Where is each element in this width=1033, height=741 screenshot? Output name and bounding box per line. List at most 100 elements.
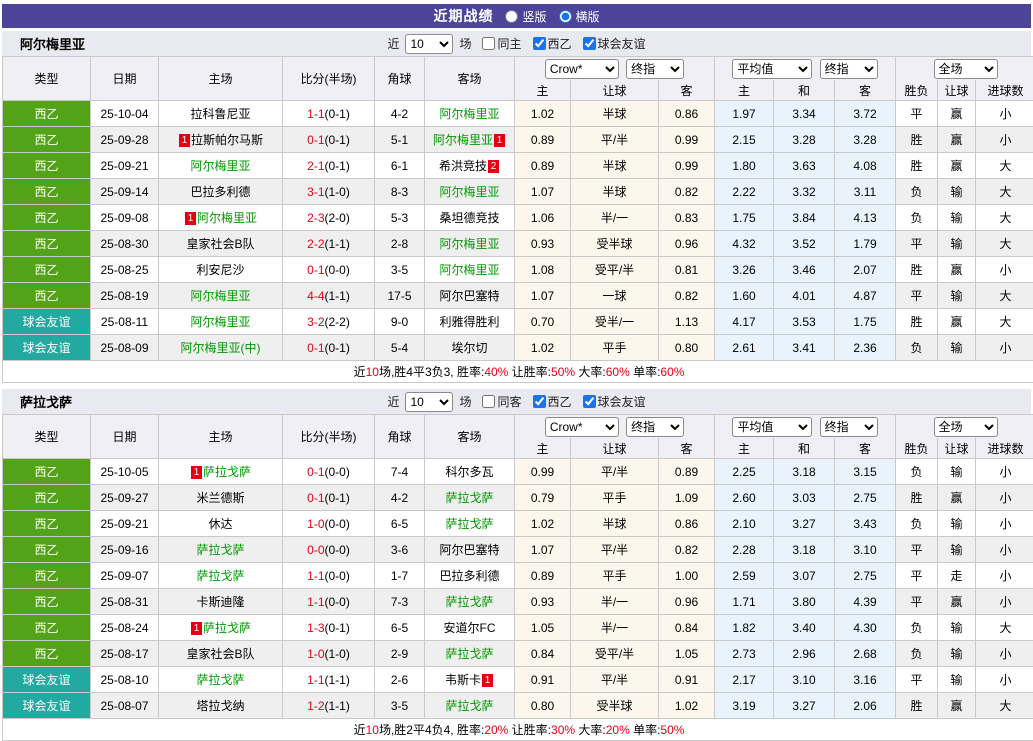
- home-team-name[interactable]: 阿尔梅里亚: [190, 159, 250, 173]
- recent-count-select[interactable]: 10: [405, 34, 453, 54]
- full-match-select[interactable]: 全场: [934, 417, 998, 437]
- home-team-name[interactable]: 萨拉戈萨: [196, 543, 244, 557]
- away-team-name[interactable]: 埃尔切: [451, 341, 487, 355]
- filter-matches-label: 场: [459, 393, 471, 410]
- avg-away-cell: 1.75: [835, 309, 896, 335]
- same-venue-checkbox[interactable]: [482, 395, 495, 408]
- away-team-name[interactable]: 希洪竞技: [439, 159, 487, 173]
- away-team-name[interactable]: 利雅得胜利: [439, 315, 499, 329]
- away-team-name[interactable]: 安道尔FC: [444, 621, 496, 635]
- average-select[interactable]: 平均值: [732, 417, 812, 437]
- home-team-name[interactable]: 阿尔梅里亚: [190, 289, 250, 303]
- home-team-name[interactable]: 巴拉多利德: [190, 185, 250, 199]
- odds-handicap-cell: 半球: [571, 179, 659, 205]
- away-team-name[interactable]: 萨拉戈萨: [445, 517, 493, 531]
- odds-home-cell: 0.89: [515, 127, 571, 153]
- odds-time-select[interactable]: 终指: [626, 59, 684, 79]
- home-team-name[interactable]: 阿尔梅里亚: [197, 211, 257, 225]
- same-venue-filter[interactable]: 同主: [474, 35, 521, 52]
- vertical-radio-button[interactable]: [505, 10, 518, 23]
- away-team-name[interactable]: 阿尔梅里亚: [433, 133, 493, 147]
- league-filter[interactable]: 西乙: [525, 35, 572, 52]
- league-checkbox[interactable]: [533, 395, 546, 408]
- odds-home-cell: 1.02: [515, 101, 571, 127]
- away-team-name[interactable]: 阿尔巴塞特: [439, 543, 499, 557]
- match-date-cell: 25-09-07: [91, 563, 159, 589]
- home-team-name[interactable]: 萨拉戈萨: [196, 569, 244, 583]
- home-team-name[interactable]: 米兰德斯: [196, 491, 244, 505]
- odds-home-cell: 1.08: [515, 257, 571, 283]
- odds-away-cell: 0.86: [659, 511, 715, 537]
- home-team-cell: 利安尼沙: [159, 257, 283, 283]
- same-venue-filter[interactable]: 同客: [474, 393, 521, 410]
- friendly-filter[interactable]: 球会友谊: [575, 35, 646, 52]
- horizontal-radio-button[interactable]: [559, 10, 572, 23]
- home-team-name[interactable]: 拉斯帕尔马斯: [191, 133, 263, 147]
- away-team-cell: 利雅得胜利: [425, 309, 515, 335]
- stats-summary-row: 近10场,胜4平3负3, 胜率:40% 让胜率:50% 大率:60% 单率:60…: [3, 361, 1033, 383]
- home-team-name[interactable]: 休达: [208, 517, 232, 531]
- summary-text-segment: 让胜率:: [508, 365, 551, 379]
- full-match-group-header: 全场: [896, 415, 1033, 439]
- away-team-name[interactable]: 萨拉戈萨: [445, 699, 493, 713]
- col-header-date: 日期: [91, 415, 159, 459]
- red-card-badge: 1: [185, 212, 196, 225]
- avg-time-select[interactable]: 终指: [820, 59, 878, 79]
- league-checkbox[interactable]: [533, 37, 546, 50]
- layout-radio-horizontal[interactable]: 横版: [559, 8, 600, 25]
- fulltime-score: 1-1: [307, 595, 324, 609]
- score-cell: 0-1(0-1): [283, 127, 375, 153]
- friendly-checkbox[interactable]: [583, 395, 596, 408]
- friendly-checkbox[interactable]: [583, 37, 596, 50]
- home-team-name[interactable]: 阿尔梅里亚: [190, 315, 250, 329]
- bookmaker-select[interactable]: Crow*: [545, 417, 619, 437]
- halftime-score: (0-0): [325, 569, 350, 583]
- same-venue-checkbox[interactable]: [482, 37, 495, 50]
- odds-time-select[interactable]: 终指: [626, 417, 684, 437]
- avg-draw-cell: 3.18: [774, 459, 835, 485]
- away-team-name[interactable]: 萨拉戈萨: [445, 491, 493, 505]
- home-team-name[interactable]: 拉科鲁尼亚: [190, 107, 250, 121]
- home-team-name[interactable]: 塔拉戈纳: [196, 699, 244, 713]
- away-team-name[interactable]: 韦斯卡: [445, 673, 481, 687]
- away-team-name[interactable]: 科尔多瓦: [445, 465, 493, 479]
- layout-radio-vertical[interactable]: 竖版: [505, 8, 546, 25]
- away-team-name[interactable]: 阿尔梅里亚: [439, 107, 499, 121]
- away-team-name[interactable]: 阿尔梅里亚: [439, 237, 499, 251]
- home-team-cell: 阿尔梅里亚: [159, 153, 283, 179]
- away-team-name[interactable]: 阿尔巴塞特: [439, 289, 499, 303]
- home-team-name[interactable]: 萨拉戈萨: [203, 621, 251, 635]
- recent-count-select[interactable]: 10: [405, 392, 453, 412]
- away-team-name[interactable]: 萨拉戈萨: [445, 595, 493, 609]
- away-team-name[interactable]: 阿尔梅里亚: [439, 263, 499, 277]
- avg-home-cell: 1.71: [715, 589, 774, 615]
- average-select[interactable]: 平均值: [732, 59, 812, 79]
- col-header-corners: 角球: [375, 415, 425, 459]
- home-team-name[interactable]: 卡斯迪隆: [196, 595, 244, 609]
- avg-away-cell: 4.13: [835, 205, 896, 231]
- away-team-name[interactable]: 桑坦德竞技: [439, 211, 499, 225]
- home-team-name[interactable]: 皇家社会B队: [186, 237, 254, 251]
- result-goals-cell: 大: [976, 179, 1033, 205]
- filter-controls: 近 10 场 同主 西乙 球会友谊: [387, 34, 645, 54]
- match-date-cell: 25-09-27: [91, 485, 159, 511]
- league-filter[interactable]: 西乙: [525, 393, 572, 410]
- odds-handicap-cell: 一球: [571, 283, 659, 309]
- home-team-name[interactable]: 利安尼沙: [196, 263, 244, 277]
- result-goals-cell: 大: [976, 309, 1033, 335]
- home-team-name[interactable]: 阿尔梅里亚(中): [181, 341, 261, 355]
- away-team-name[interactable]: 阿尔梅里亚: [439, 185, 499, 199]
- friendly-filter[interactable]: 球会友谊: [575, 393, 646, 410]
- away-team-name[interactable]: 巴拉多利德: [439, 569, 499, 583]
- home-team-name[interactable]: 萨拉戈萨: [196, 673, 244, 687]
- home-team-name[interactable]: 萨拉戈萨: [203, 465, 251, 479]
- score-cell: 1-1(0-0): [283, 589, 375, 615]
- away-team-name[interactable]: 萨拉戈萨: [445, 647, 493, 661]
- same-venue-label: 同客: [497, 393, 521, 410]
- home-team-name[interactable]: 皇家社会B队: [186, 647, 254, 661]
- halftime-score: (0-1): [325, 621, 350, 635]
- full-match-select[interactable]: 全场: [934, 59, 998, 79]
- table-row: 西乙25-09-16萨拉戈萨0-0(0-0)3-6阿尔巴塞特1.07平/半0.8…: [3, 537, 1033, 563]
- bookmaker-select[interactable]: Crow*: [545, 59, 619, 79]
- avg-time-select[interactable]: 终指: [820, 417, 878, 437]
